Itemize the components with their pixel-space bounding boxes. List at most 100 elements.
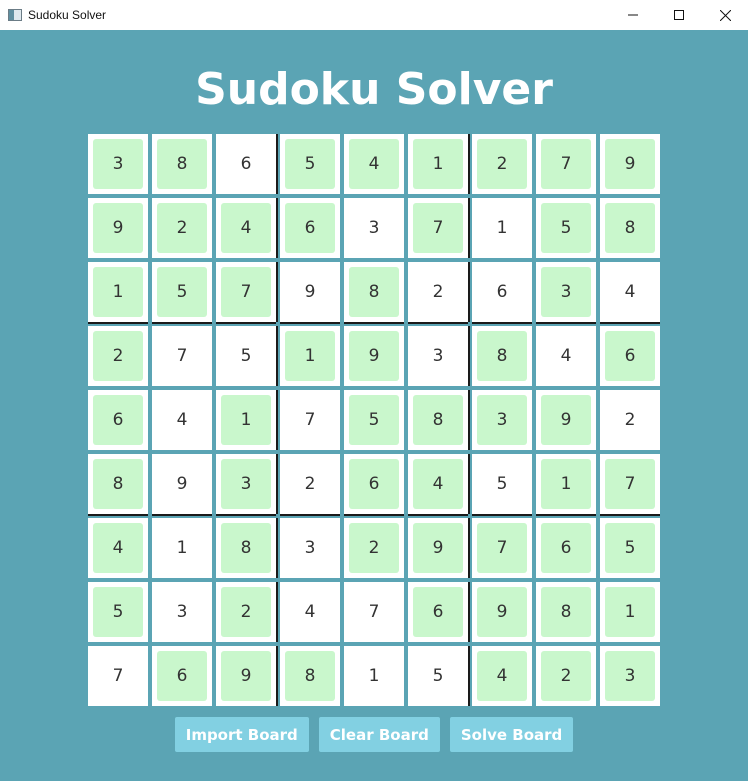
cell-value: 8 <box>240 538 252 558</box>
cell-value: 8 <box>624 218 636 238</box>
sudoku-cell[interactable]: 9 <box>344 326 404 386</box>
sudoku-cell[interactable]: 3 <box>152 582 212 642</box>
sudoku-cell[interactable]: 8 <box>408 390 468 450</box>
sudoku-cell[interactable]: 1 <box>88 262 148 322</box>
sudoku-cell[interactable]: 1 <box>600 582 660 642</box>
sudoku-cell[interactable]: 3 <box>344 198 404 258</box>
clear-board-button[interactable]: Clear Board <box>318 717 440 752</box>
sudoku-cell[interactable]: 5 <box>472 454 532 514</box>
sudoku-cell[interactable]: 9 <box>280 262 340 322</box>
cell-value: 7 <box>432 218 444 238</box>
sudoku-cell[interactable]: 6 <box>600 326 660 386</box>
cell-value: 4 <box>624 282 636 302</box>
sudoku-cell[interactable]: 9 <box>600 134 660 194</box>
sudoku-cell[interactable]: 7 <box>472 518 532 578</box>
sudoku-cell[interactable]: 8 <box>536 582 596 642</box>
cell-value: 4 <box>496 666 508 686</box>
sudoku-cell[interactable]: 5 <box>280 134 340 194</box>
sudoku-cell[interactable]: 4 <box>216 198 276 258</box>
cell-value: 2 <box>368 538 380 558</box>
sudoku-cell[interactable]: 6 <box>280 198 340 258</box>
sudoku-cell[interactable]: 4 <box>536 326 596 386</box>
sudoku-cell[interactable]: 7 <box>600 454 660 514</box>
sudoku-cell[interactable]: 7 <box>216 262 276 322</box>
sudoku-cell[interactable]: 5 <box>152 262 212 322</box>
sudoku-cell[interactable]: 1 <box>408 134 468 194</box>
sudoku-cell[interactable]: 2 <box>280 454 340 514</box>
sudoku-cell[interactable]: 9 <box>536 390 596 450</box>
sudoku-cell[interactable]: 2 <box>344 518 404 578</box>
sudoku-cell[interactable]: 2 <box>216 582 276 642</box>
close-button[interactable] <box>702 0 748 30</box>
minimize-button[interactable] <box>610 0 656 30</box>
cell-value: 2 <box>496 154 508 174</box>
sudoku-cell[interactable]: 4 <box>408 454 468 514</box>
sudoku-cell[interactable]: 3 <box>88 134 148 194</box>
sudoku-cell[interactable]: 4 <box>472 646 532 706</box>
import-board-button[interactable]: Import Board <box>174 717 309 752</box>
sudoku-cell[interactable]: 7 <box>536 134 596 194</box>
cell-value: 1 <box>368 666 380 686</box>
sudoku-cell[interactable]: 5 <box>536 198 596 258</box>
sudoku-cell[interactable]: 9 <box>472 582 532 642</box>
sudoku-cell[interactable]: 3 <box>216 454 276 514</box>
sudoku-cell[interactable]: 4 <box>344 134 404 194</box>
sudoku-cell[interactable]: 4 <box>600 262 660 322</box>
sudoku-cell[interactable]: 5 <box>344 390 404 450</box>
sudoku-cell[interactable]: 8 <box>344 262 404 322</box>
sudoku-cell[interactable]: 6 <box>88 390 148 450</box>
sudoku-cell[interactable]: 4 <box>88 518 148 578</box>
solve-board-button[interactable]: Solve Board <box>449 717 574 752</box>
sudoku-cell[interactable]: 6 <box>408 582 468 642</box>
sudoku-cell[interactable]: 1 <box>344 646 404 706</box>
sudoku-cell[interactable]: 7 <box>344 582 404 642</box>
sudoku-cell[interactable]: 2 <box>152 198 212 258</box>
cell-value: 9 <box>432 538 444 558</box>
sudoku-cell[interactable]: 3 <box>536 262 596 322</box>
sudoku-cell[interactable]: 5 <box>600 518 660 578</box>
sudoku-cell[interactable]: 5 <box>216 326 276 386</box>
sudoku-cell[interactable]: 8 <box>600 198 660 258</box>
sudoku-cell[interactable]: 3 <box>600 646 660 706</box>
sudoku-cell[interactable]: 2 <box>408 262 468 322</box>
sudoku-cell[interactable]: 6 <box>152 646 212 706</box>
sudoku-cell[interactable]: 5 <box>408 646 468 706</box>
sudoku-cell[interactable]: 3 <box>280 518 340 578</box>
cell-value: 7 <box>176 346 188 366</box>
cell-value: 9 <box>368 346 380 366</box>
sudoku-cell[interactable]: 3 <box>472 390 532 450</box>
sudoku-cell[interactable]: 3 <box>408 326 468 386</box>
sudoku-cell[interactable]: 1 <box>280 326 340 386</box>
sudoku-cell[interactable]: 2 <box>600 390 660 450</box>
sudoku-cell[interactable]: 1 <box>216 390 276 450</box>
sudoku-cell[interactable]: 8 <box>152 134 212 194</box>
sudoku-cell[interactable]: 7 <box>408 198 468 258</box>
sudoku-cell[interactable]: 8 <box>88 454 148 514</box>
sudoku-cell[interactable]: 4 <box>152 390 212 450</box>
sudoku-cell[interactable]: 6 <box>536 518 596 578</box>
sudoku-cell[interactable]: 9 <box>88 198 148 258</box>
sudoku-cell[interactable]: 6 <box>216 134 276 194</box>
sudoku-cell[interactable]: 6 <box>344 454 404 514</box>
cell-value: 5 <box>560 218 572 238</box>
sudoku-cell[interactable]: 1 <box>472 198 532 258</box>
sudoku-cell[interactable]: 2 <box>472 134 532 194</box>
sudoku-cell[interactable]: 8 <box>216 518 276 578</box>
sudoku-cell[interactable]: 2 <box>536 646 596 706</box>
sudoku-cell[interactable]: 1 <box>152 518 212 578</box>
sudoku-cell[interactable]: 6 <box>472 262 532 322</box>
sudoku-cell[interactable]: 4 <box>280 582 340 642</box>
sudoku-cell[interactable]: 7 <box>280 390 340 450</box>
sudoku-cell[interactable]: 8 <box>280 646 340 706</box>
sudoku-cell[interactable]: 7 <box>152 326 212 386</box>
sudoku-cell[interactable]: 7 <box>88 646 148 706</box>
cell-value: 9 <box>560 410 572 430</box>
sudoku-cell[interactable]: 1 <box>536 454 596 514</box>
sudoku-cell[interactable]: 8 <box>472 326 532 386</box>
sudoku-cell[interactable]: 9 <box>408 518 468 578</box>
maximize-button[interactable] <box>656 0 702 30</box>
sudoku-cell[interactable]: 9 <box>216 646 276 706</box>
sudoku-cell[interactable]: 5 <box>88 582 148 642</box>
sudoku-cell[interactable]: 2 <box>88 326 148 386</box>
sudoku-cell[interactable]: 9 <box>152 454 212 514</box>
